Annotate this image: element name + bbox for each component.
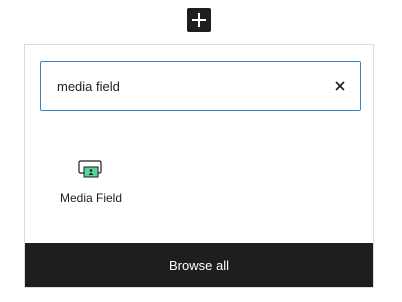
plus-icon bbox=[192, 13, 206, 27]
block-inserter: Media Field Browse all bbox=[0, 0, 402, 302]
close-icon bbox=[335, 81, 345, 91]
media-field-icon bbox=[78, 160, 102, 178]
search-input[interactable] bbox=[41, 62, 320, 110]
inserter-panel: Media Field Browse all bbox=[24, 44, 374, 288]
browse-all-button[interactable]: Browse all bbox=[25, 243, 373, 287]
block-result-media-field[interactable]: Media Field bbox=[49, 149, 133, 229]
add-block-button[interactable] bbox=[187, 8, 211, 32]
block-result-label: Media Field bbox=[59, 191, 123, 205]
clear-search-button[interactable] bbox=[320, 62, 360, 110]
search-box bbox=[40, 61, 361, 111]
